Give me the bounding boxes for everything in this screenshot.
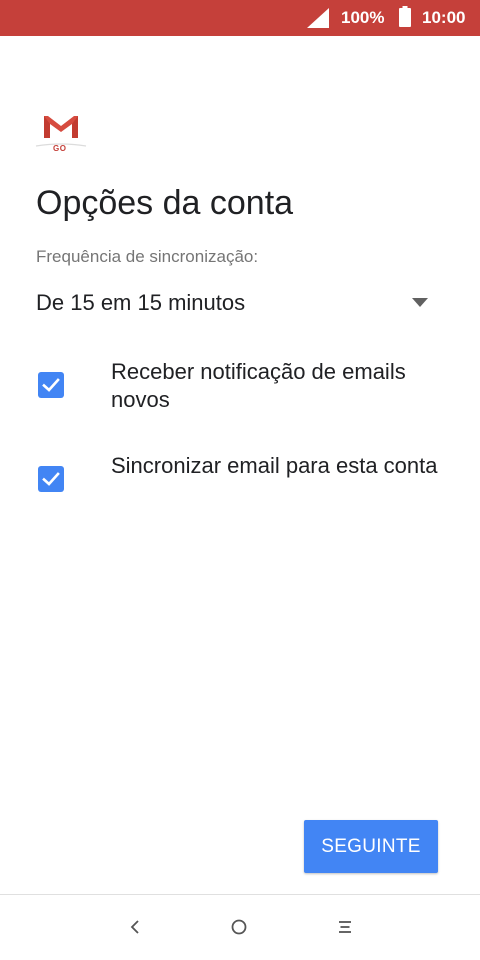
next-button[interactable]: SEGUINTE: [304, 820, 438, 873]
page-title: Opções da conta: [36, 184, 294, 222]
back-icon[interactable]: [123, 915, 147, 939]
signal-icon: [307, 8, 329, 28]
notify-new-emails-checkbox[interactable]: [38, 372, 64, 398]
battery-percentage: 100%: [341, 8, 385, 27]
checkmark-icon: [42, 472, 60, 486]
recents-icon[interactable]: [333, 915, 357, 939]
gmail-go-logo: GO: [34, 110, 88, 158]
home-icon[interactable]: [227, 915, 251, 939]
sync-frequency-dropdown[interactable]: De 15 em 15 minutos: [36, 284, 436, 324]
logo-go-text: GO: [53, 144, 67, 153]
clock: 10:00: [422, 8, 466, 27]
checkmark-icon: [42, 378, 60, 392]
status-bar: 100% 10:00: [0, 0, 480, 36]
sync-frequency-label: Frequência de sincronização:: [36, 247, 259, 266]
notify-new-emails-label: Receber notificação de emails novos: [111, 359, 406, 412]
dropdown-arrow-icon: [412, 298, 428, 307]
navigation-bar: [0, 895, 480, 960]
battery-icon: [399, 6, 411, 27]
sync-frequency-value: De 15 em 15 minutos: [36, 290, 246, 315]
sync-email-checkbox[interactable]: [38, 466, 64, 492]
sync-email-label: Sincronizar email para esta conta: [111, 453, 438, 478]
